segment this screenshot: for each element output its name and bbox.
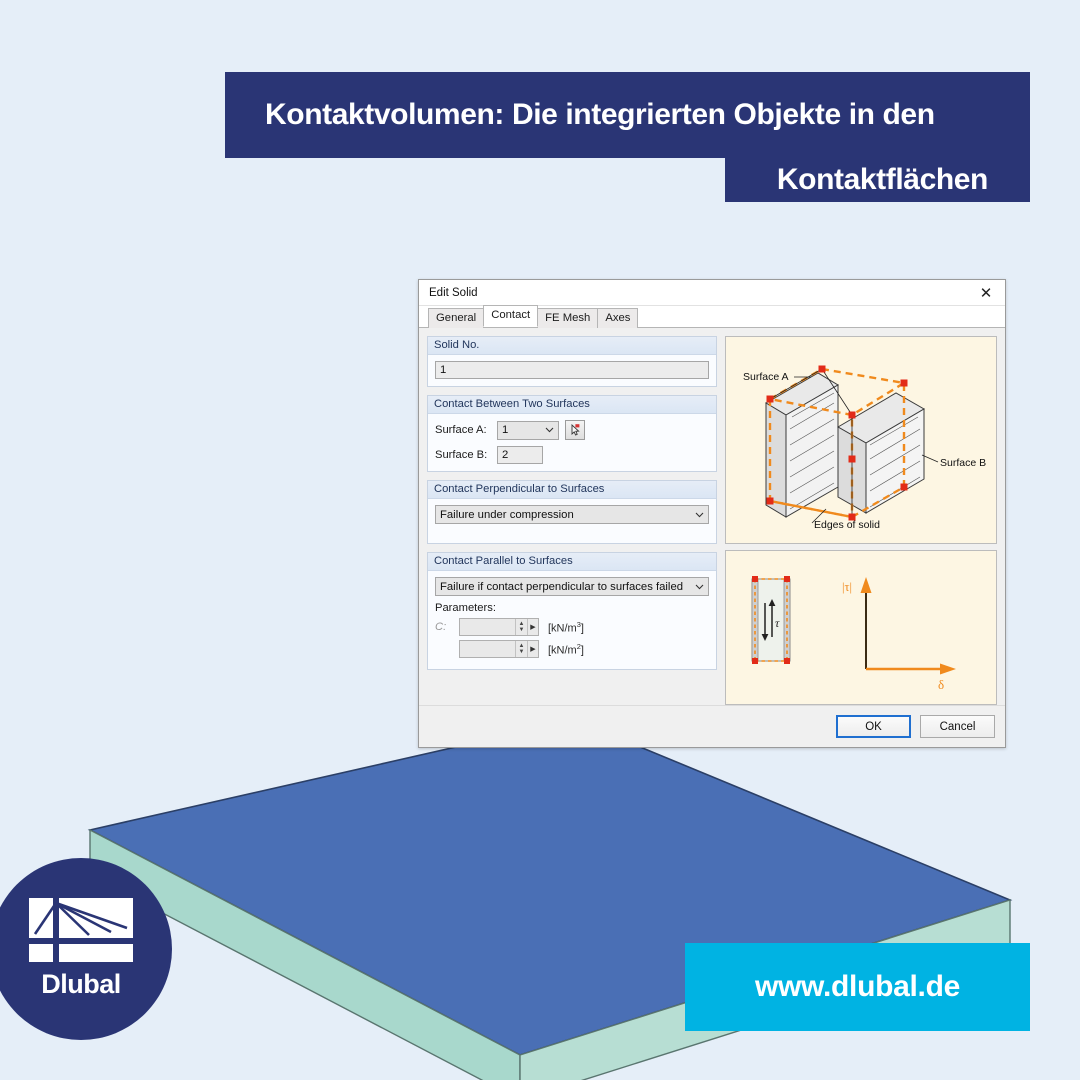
ok-button[interactable]: OK: [836, 715, 911, 738]
parameter-c-unit: [kN/m3]: [548, 619, 584, 635]
edit-solid-dialog: Edit Solid ✕ General Contact FE Mesh Axe…: [418, 279, 1006, 748]
illustration-two-surfaces-svg: Surface A Surface B Edges of solid: [743, 365, 986, 531]
illustration-shear-diagram: τ |τ| δ: [725, 550, 997, 705]
title-banner-line-1: Kontaktvolumen: Die integrierten Objekte…: [225, 72, 1030, 158]
dialog-left-pane: Solid No. 1 Contact Between Two Surfaces…: [427, 336, 717, 705]
tab-general[interactable]: General: [428, 307, 485, 328]
spinner-up-down-icon[interactable]: ▲ ▼: [515, 641, 527, 657]
group-contact-perpendicular-label: Contact Perpendicular to Surfaces: [428, 481, 716, 499]
surface-b-label: Surface B:: [435, 449, 488, 461]
surface-a-select[interactable]: 1: [497, 420, 559, 440]
spinner-up-down-icon[interactable]: ▲ ▼: [515, 619, 527, 635]
group-contact-perpendicular: Contact Perpendicular to Surfaces Failur…: [427, 480, 717, 544]
parameter-c-stepper[interactable]: ▲ ▼ ▶: [459, 618, 539, 636]
surface-a-label: Surface A:: [435, 424, 487, 436]
parameter-row-c: C: ▲ ▼ ▶ [kN/m3]: [435, 618, 709, 636]
contact-perpendicular-value: Failure under compression: [440, 508, 574, 521]
parameters-label: Parameters:: [435, 602, 496, 614]
surface-b-row: Surface B: 2: [435, 446, 709, 464]
pick-surface-button[interactable]: [565, 420, 585, 440]
parameter-2-unit: [kN/m2]: [548, 641, 584, 657]
label-surface-b: Surface B: [940, 457, 986, 469]
surface-b-input[interactable]: 2: [497, 446, 543, 464]
illustration-shear-diagram-svg: τ |τ| δ: [751, 576, 956, 692]
dialog-body: Solid No. 1 Contact Between Two Surfaces…: [419, 329, 1005, 705]
group-contact-parallel: Contact Parallel to Surfaces Failure if …: [427, 552, 717, 670]
chevron-down-icon: [541, 422, 558, 439]
chevron-right-icon[interactable]: ▶: [527, 641, 538, 657]
dlubal-bridge-mark-icon: [29, 898, 133, 962]
surface-a-value: 1: [502, 424, 509, 436]
parameter-2-stepper[interactable]: ▲ ▼ ▶: [459, 640, 539, 658]
solid-no-input[interactable]: 1: [435, 361, 709, 379]
surface-a-row: Surface A: 1: [435, 420, 709, 440]
group-solid-no-label: Solid No.: [428, 337, 716, 355]
chevron-right-icon[interactable]: ▶: [527, 619, 538, 635]
contact-parallel-select[interactable]: Failure if contact perpendicular to surf…: [435, 577, 709, 596]
label-delta-axis: δ: [938, 677, 944, 692]
group-contact-parallel-label: Contact Parallel to Surfaces: [428, 553, 716, 571]
label-tau-element: τ: [775, 616, 780, 630]
illustration-two-surfaces: Surface A Surface B Edges of solid: [725, 336, 997, 544]
chevron-down-icon: [691, 578, 708, 595]
url-text: www.dlubal.de: [754, 970, 960, 1003]
close-icon[interactable]: ✕: [971, 282, 1001, 304]
group-contact-between-surfaces: Contact Between Two Surfaces Surface A: …: [427, 395, 717, 472]
dialog-title: Edit Solid: [429, 286, 478, 299]
group-contact-between-label: Contact Between Two Surfaces: [428, 396, 716, 414]
group-solid-no: Solid No. 1: [427, 336, 717, 387]
tab-axes[interactable]: Axes: [597, 307, 639, 328]
tab-fe-mesh[interactable]: FE Mesh: [537, 307, 599, 328]
chevron-down-icon: [691, 506, 708, 523]
pick-surface-cursor-icon: [571, 423, 580, 436]
url-banner[interactable]: www.dlubal.de: [685, 943, 1030, 1031]
contact-perpendicular-select[interactable]: Failure under compression: [435, 505, 709, 524]
contact-parallel-value: Failure if contact perpendicular to surf…: [440, 580, 684, 593]
title-line-1-text: Kontaktvolumen: Die integrierten Objekte…: [265, 98, 935, 132]
tab-contact[interactable]: Contact: [483, 304, 539, 327]
title-banner-line-2: Kontaktflächen: [725, 158, 1030, 202]
parameter-row-2: ▲ ▼ ▶ [kN/m2]: [435, 640, 709, 658]
dialog-titlebar[interactable]: Edit Solid ✕: [419, 280, 1005, 306]
label-surface-a: Surface A: [743, 371, 789, 383]
parameter-c-label: C:: [435, 621, 447, 633]
cancel-button[interactable]: Cancel: [920, 715, 995, 738]
dialog-footer: OK Cancel: [419, 705, 1005, 747]
label-tau-axis: |τ|: [842, 580, 852, 594]
label-edges-of-solid: Edges of solid: [814, 519, 880, 531]
dlubal-wordmark: Dlubal: [41, 969, 121, 999]
dialog-right-pane: Surface A Surface B Edges of solid τ |τ|…: [725, 336, 997, 705]
title-line-2-text: Kontaktflächen: [776, 163, 989, 197]
dialog-tabstrip: General Contact FE Mesh Axes: [419, 304, 1005, 328]
